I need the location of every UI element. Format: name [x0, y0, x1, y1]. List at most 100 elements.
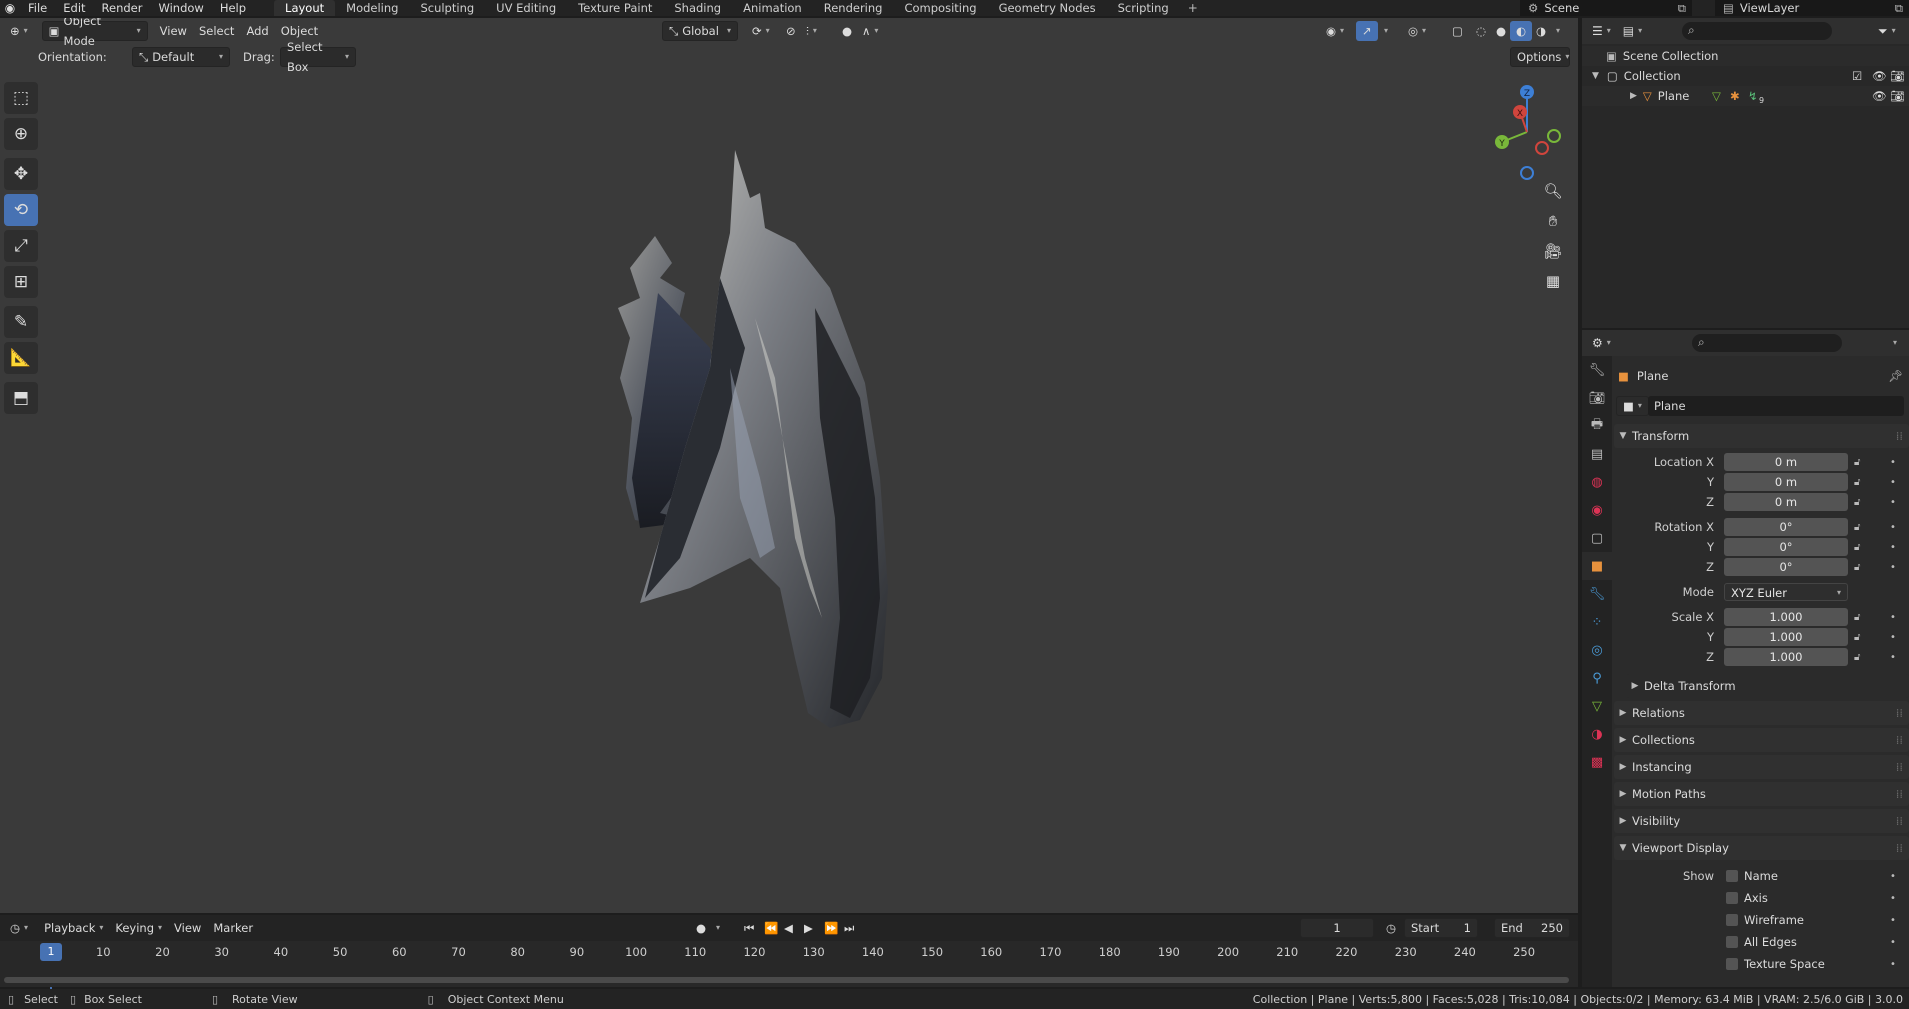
tab-texture-paint[interactable]: Texture Paint	[567, 0, 663, 16]
solid-shading-icon[interactable]: ●	[1490, 21, 1512, 41]
properties-options-icon[interactable]: ▾	[1887, 333, 1903, 353]
show-axis-keyframe-icon[interactable]: •	[1890, 893, 1896, 904]
transform-orientation-dropdown[interactable]: ⤡ Global ▾	[662, 21, 738, 41]
view-layer-selector[interactable]: ▤ ViewLayer ⧉	[1715, 0, 1909, 16]
transform-tool-icon[interactable]: ⊞	[4, 266, 38, 298]
rotation-z-field[interactable]: 0°	[1724, 558, 1848, 576]
mesh-data-icon[interactable]: ▽	[1712, 89, 1721, 103]
shading-options-icon[interactable]: ▾	[1550, 21, 1566, 41]
measure-tool-icon[interactable]: 📐	[4, 342, 38, 374]
cursor-tool-icon[interactable]: ⊕	[4, 118, 38, 150]
show-texture-space-keyframe-icon[interactable]: •	[1890, 959, 1896, 970]
output-tab-icon[interactable]: 🖶	[1582, 412, 1612, 440]
location-y-field[interactable]: 0 m	[1724, 473, 1848, 491]
location-x-lock-icon[interactable]: 🔓︎	[1854, 457, 1860, 468]
viewport-display-drag-icon[interactable]: ⁞⁞	[1896, 841, 1903, 855]
wireframe-shading-icon[interactable]: ◌	[1470, 21, 1492, 41]
viewport-menu-add[interactable]: Add	[240, 21, 274, 41]
show-texture-space-checkbox[interactable]	[1726, 958, 1738, 970]
scale-x-field[interactable]: 1.000	[1724, 608, 1848, 626]
xray-icon[interactable]: ▢	[1446, 21, 1469, 41]
texture-tab-icon[interactable]: ▩	[1582, 748, 1612, 776]
menu-help[interactable]: Help	[212, 0, 254, 16]
gizmo-dropdown-icon[interactable]: ▾	[1378, 21, 1394, 41]
visibility-panel[interactable]: ▶ Visibility ⁞⁞	[1614, 809, 1909, 833]
snap-icon[interactable]: ⊘	[780, 21, 802, 41]
tab-animation[interactable]: Animation	[732, 0, 813, 16]
end-frame-field[interactable]: End 250	[1494, 918, 1570, 938]
scene-browse-icon[interactable]: ⧉	[1678, 1, 1686, 16]
scale-y-lock-icon[interactable]: 🔓︎	[1854, 632, 1860, 643]
plane-expand-icon[interactable]: ▶	[1630, 91, 1637, 101]
gizmo-neg-y[interactable]	[1547, 129, 1561, 143]
rotation-y-lock-icon[interactable]: 🔓︎	[1854, 542, 1860, 553]
collection-checkbox-icon[interactable]: ☑	[1852, 69, 1862, 83]
falloff-icon[interactable]: ∧ ▾	[856, 21, 884, 41]
orientation-dropdown[interactable]: ⤡ Default ▾	[132, 47, 230, 67]
camera-view-icon[interactable]: 🎥︎	[1540, 238, 1566, 264]
plane-eye-icon[interactable]: 👁︎	[1872, 89, 1887, 103]
physics-tab-icon[interactable]: ◎	[1582, 636, 1612, 664]
rotation-y-field[interactable]: 0°	[1724, 538, 1848, 556]
show-name-checkbox[interactable]	[1726, 870, 1738, 882]
outliner-row-scene-collection[interactable]: ▣ Scene Collection	[1582, 46, 1909, 66]
relations-drag-icon[interactable]: ⁞⁞	[1896, 706, 1903, 720]
collection-tab-icon[interactable]: ▢	[1582, 524, 1612, 552]
timeline-editor-type[interactable]: ◷ ▾	[4, 918, 34, 938]
rotation-z-lock-icon[interactable]: 🔓︎	[1854, 562, 1860, 573]
show-wireframe-checkbox[interactable]	[1726, 914, 1738, 926]
tab-sculpting[interactable]: Sculpting	[409, 0, 485, 16]
menu-window[interactable]: Window	[150, 0, 211, 16]
visibility-icon[interactable]: ◉ ▾	[1320, 21, 1350, 41]
collections-panel[interactable]: ▶ Collections ⁞⁞	[1614, 728, 1909, 752]
tab-modeling[interactable]: Modeling	[335, 0, 409, 16]
perspective-grid-icon[interactable]: ▦	[1540, 268, 1566, 294]
gizmo-neg-z[interactable]	[1520, 166, 1534, 180]
play-icon[interactable]: ▶	[798, 918, 819, 938]
scene-selector[interactable]: ⚙ Scene ⧉	[1520, 0, 1692, 16]
rotation-z-keyframe-icon[interactable]: •	[1890, 562, 1896, 573]
armature-icon[interactable]: ✱	[1730, 89, 1740, 103]
object-browse-button[interactable]: ■ ▾	[1616, 396, 1649, 416]
properties-editor-type[interactable]: ⚙ ▾	[1586, 333, 1617, 353]
drag-dropdown[interactable]: Select Box ▾	[280, 40, 356, 74]
render-tab-icon[interactable]: 📷︎	[1582, 384, 1612, 412]
outliner-row-collection[interactable]: ▼ ▢ Collection ☑ 👁︎ 📷︎	[1582, 66, 1909, 86]
viewport-menu-select[interactable]: Select	[193, 21, 240, 41]
show-name-keyframe-icon[interactable]: •	[1890, 871, 1896, 882]
tab-layout[interactable]: Layout	[274, 0, 336, 16]
record-icon[interactable]: ●	[690, 918, 712, 938]
display-mode-button[interactable]: ▤ ▾	[1617, 21, 1648, 41]
delta-transform-subpanel[interactable]: ▶ Delta Transform	[1626, 674, 1909, 698]
rotation-mode-dropdown[interactable]: XYZ Euler ▾	[1724, 583, 1848, 601]
menu-file[interactable]: File	[20, 0, 55, 16]
tab-compositing[interactable]: Compositing	[893, 0, 987, 16]
particles-tab-icon[interactable]: ⁘	[1582, 608, 1612, 636]
rotation-x-field[interactable]: 0°	[1724, 518, 1848, 536]
show-axis-checkbox[interactable]	[1726, 892, 1738, 904]
timeline-menu-keying[interactable]: Keying ▾	[109, 918, 168, 938]
material-tab-icon[interactable]: ◑	[1582, 720, 1612, 748]
scale-tool-icon[interactable]: ⤢	[4, 230, 38, 262]
modifier-tab-icon[interactable]: 🔧︎	[1582, 580, 1612, 608]
blender-logo-icon[interactable]: ◉	[0, 0, 20, 16]
timeline-menu-marker[interactable]: Marker	[207, 918, 259, 938]
preview-range-icon[interactable]: ◷	[1380, 918, 1402, 938]
scene-tab-icon[interactable]: ◍	[1582, 468, 1612, 496]
collection-eye-icon[interactable]: 👁︎	[1872, 69, 1887, 83]
view-layer-browse-icon[interactable]: ⧉	[1895, 1, 1903, 16]
timeline-menu-view[interactable]: View	[168, 918, 207, 938]
motion-paths-drag-icon[interactable]: ⁞⁞	[1896, 787, 1903, 801]
motion-paths-panel[interactable]: ▶ Motion Paths ⁞⁞	[1614, 782, 1909, 806]
tab-shading[interactable]: Shading	[663, 0, 732, 16]
scale-z-field[interactable]: 1.000	[1724, 648, 1848, 666]
add-workspace-icon[interactable]: +	[1180, 1, 1206, 15]
keying-options-icon[interactable]: ▾	[710, 918, 726, 938]
pan-hand-icon[interactable]: ✋︎	[1540, 208, 1566, 234]
rotation-x-keyframe-icon[interactable]: •	[1890, 522, 1896, 533]
viewport-menu-view[interactable]: View	[154, 21, 193, 41]
transform-panel-header[interactable]: ▼ Transform ⁞⁞	[1614, 424, 1909, 448]
annotate-tool-icon[interactable]: ✎	[4, 306, 38, 338]
viewport-display-panel[interactable]: ▼ Viewport Display ⁞⁞	[1614, 836, 1909, 860]
collections-drag-icon[interactable]: ⁞⁞	[1896, 733, 1903, 747]
